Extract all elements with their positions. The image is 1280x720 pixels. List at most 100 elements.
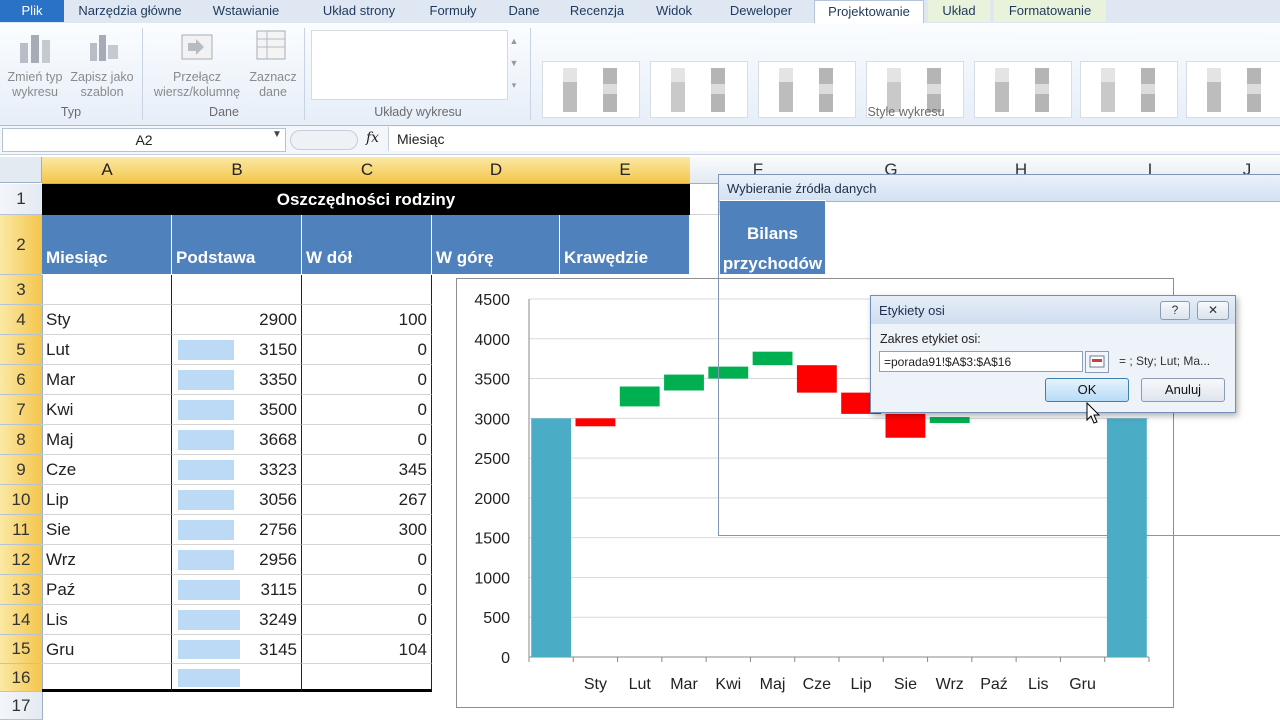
month-cell[interactable]: Mar [42,365,172,395]
fx-icon[interactable]: fx [366,130,379,146]
header-krawedzie[interactable]: Krawędzie [560,215,690,275]
value-cell[interactable]: 2956 [172,545,302,575]
row-header[interactable]: 1 [0,184,43,215]
value-cell[interactable]: 3500 [172,395,302,425]
value-cell[interactable]: 0 [302,365,432,395]
tab-data[interactable]: Dane [498,0,550,22]
row-header[interactable]: 12 [0,545,43,575]
value-cell[interactable]: 2756 [172,515,302,545]
save-as-template-button[interactable]: Zapisz jako szablon [66,70,138,100]
row-header[interactable]: 11 [0,515,43,545]
row-header[interactable]: 9 [0,455,43,485]
tab-developer[interactable]: Deweloper [716,0,806,22]
value-cell[interactable]: 267 [302,485,432,515]
month-cell[interactable]: Kwi [42,395,172,425]
month-cell[interactable]: Sty [42,305,172,335]
collapse-dialog-button[interactable] [1085,351,1109,373]
row-header[interactable]: 8 [0,425,43,455]
month-cell[interactable]: Gru [42,635,172,664]
value-cell[interactable]: 104 [302,635,432,664]
formula-bar-handle[interactable] [290,130,358,150]
column-header-e[interactable]: E [560,157,691,184]
header-w-gore[interactable]: W górę [432,215,560,275]
value-cell[interactable]: 0 [302,395,432,425]
ok-button[interactable]: OK [1045,378,1129,402]
value-cell[interactable]: 3323 [172,455,302,485]
tab-chart-layout[interactable]: Układ [928,0,990,22]
value-cell[interactable]: 300 [302,515,432,545]
row-header[interactable]: 2 [0,215,43,275]
row-header[interactable]: 14 [0,605,43,635]
tab-format[interactable]: Formatowanie [994,0,1106,22]
month-cell[interactable]: Maj [42,425,172,455]
cell[interactable] [302,275,432,305]
tab-page-layout[interactable]: Układ strony [304,0,414,22]
value-cell[interactable]: 3145 [172,635,302,664]
chart-layouts-gallery[interactable] [311,30,508,100]
row-header[interactable]: 16 [0,664,43,692]
row-header[interactable]: 10 [0,485,43,515]
cell[interactable] [690,184,720,215]
value-cell[interactable]: 0 [302,335,432,365]
header-w-dol[interactable]: W dół [302,215,432,275]
value-cell[interactable]: 0 [302,425,432,455]
change-chart-type-button[interactable]: Zmień typ wykresu [2,70,68,100]
cancel-button[interactable]: Anuluj [1141,378,1225,402]
chevron-down-icon[interactable]: ▼ [272,129,282,140]
name-box[interactable]: A2 [2,128,286,152]
value-cell[interactable]: 3668 [172,425,302,455]
down-bar[interactable] [575,418,616,427]
row-header[interactable]: 7 [0,395,43,425]
tab-design[interactable]: Projektowanie [814,0,924,24]
value-cell[interactable]: 0 [302,545,432,575]
value-cell[interactable]: 0 [302,605,432,635]
value-cell[interactable]: 345 [302,455,432,485]
row-header[interactable]: 15 [0,635,43,664]
row-header[interactable]: 17 [0,692,43,720]
month-cell[interactable]: Cze [42,455,172,485]
sheet-title[interactable]: Oszczędności rodziny [42,184,690,215]
tab-review[interactable]: Recenzja [562,0,632,22]
range-input[interactable]: =porada91!$A$3:$A$16 [879,351,1083,372]
value-cell[interactable]: 100 [302,305,432,335]
value-cell[interactable]: 3056 [172,485,302,515]
header-miesiac[interactable]: Miesiąc [42,215,172,275]
cell[interactable] [302,664,432,692]
tab-home[interactable]: Narzędzia główne [70,0,190,22]
select-data-button[interactable]: Zaznacz dane [246,70,300,100]
row-header[interactable]: 13 [0,575,43,605]
value-cell[interactable]: 3150 [172,335,302,365]
tab-file[interactable]: Plik [0,0,64,22]
month-cell[interactable]: Lip [42,485,172,515]
row-header[interactable]: 6 [0,365,43,395]
help-button[interactable]: ? [1160,301,1190,320]
close-button[interactable]: ✕ [1197,301,1229,320]
cell[interactable] [172,664,302,692]
value-cell[interactable]: 2900 [172,305,302,335]
cell[interactable] [172,275,302,305]
header-podstawa[interactable]: Podstawa [172,215,302,275]
month-cell[interactable]: Paź [42,575,172,605]
select-all-corner[interactable] [0,157,42,183]
value-cell[interactable]: 3350 [172,365,302,395]
month-cell[interactable]: Lis [42,605,172,635]
column-header-c[interactable]: C [302,157,433,184]
tab-view[interactable]: Widok [646,0,702,22]
column-header-b[interactable]: B [172,157,303,184]
tab-formulas[interactable]: Formuły [420,0,486,22]
value-cell[interactable]: 0 [302,575,432,605]
value-cell[interactable]: 3115 [172,575,302,605]
cell[interactable] [42,275,172,305]
column-header-a[interactable]: A [42,157,173,184]
cell[interactable] [42,664,172,692]
formula-input[interactable]: Miesiąc [388,127,1280,151]
value-cell[interactable]: 3249 [172,605,302,635]
edge-bar[interactable] [531,418,572,657]
gallery-scroll[interactable]: ▲ ▼ ▾ [507,30,521,98]
up-bar[interactable] [619,386,660,407]
row-header[interactable]: 3 [0,275,43,305]
column-header-d[interactable]: D [432,157,561,184]
month-cell[interactable]: Wrz [42,545,172,575]
month-cell[interactable]: Sie [42,515,172,545]
up-bar[interactable] [664,374,704,391]
